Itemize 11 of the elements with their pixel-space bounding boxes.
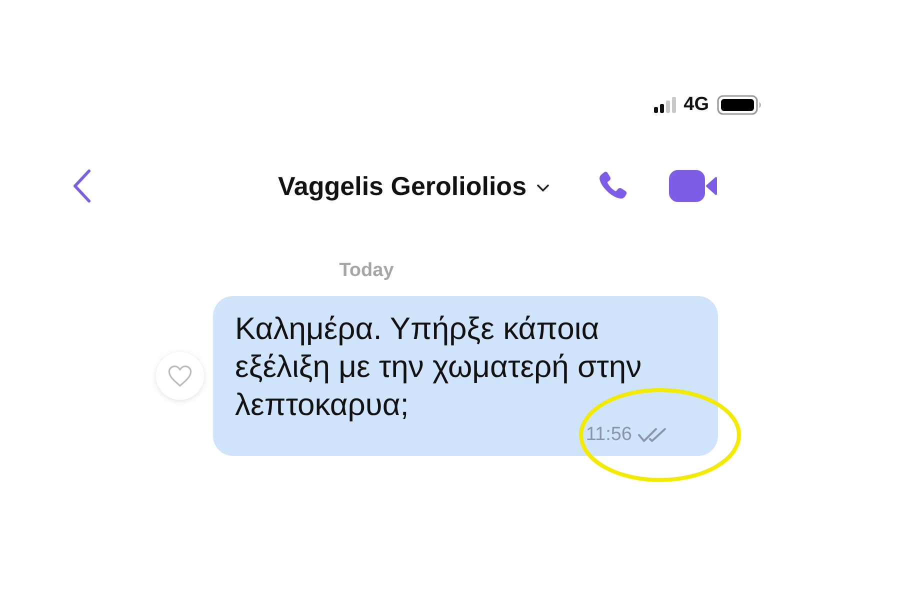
date-separator: Today (338, 260, 395, 282)
heart-icon (167, 364, 193, 388)
chevron-down-icon (536, 184, 549, 192)
contact-name-button[interactable]: Vaggelis Geroliolios (278, 170, 549, 202)
signal-icon (654, 97, 676, 113)
back-icon[interactable] (72, 169, 92, 203)
message-time: 11:56 (586, 424, 632, 446)
battery-icon (717, 95, 763, 115)
message-text: Καλημέρα. Υπήρξε κάποια εξέλιξη με την χωματερή στην λεπτοκαρυα; (235, 310, 643, 424)
network-label: 4G (684, 94, 709, 116)
video-camera-icon[interactable] (668, 170, 717, 202)
